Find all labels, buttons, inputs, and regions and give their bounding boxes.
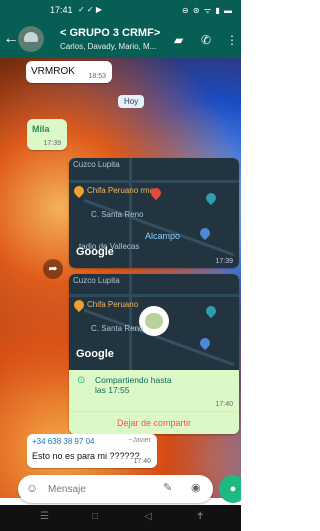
map-place-label: Chifa Peruano rma xyxy=(87,186,155,195)
composer: ☺ Mensaje ✎ ◉ ● xyxy=(0,473,241,505)
map-label-top: Cuzco Lupita xyxy=(73,276,120,285)
status-time: 17:41 xyxy=(50,5,73,15)
message-time: 17:39 xyxy=(215,258,233,265)
video-call-icon[interactable]: ▰ xyxy=(174,33,183,47)
live-location-icon: ⊙ xyxy=(77,375,86,386)
message-bubble[interactable]: Mila 17:39 xyxy=(27,119,67,150)
live-sharing-info: ⊙ Compartiendo hasta las 17:55 17:40 xyxy=(69,370,239,411)
restaurant-pin-icon xyxy=(71,183,87,199)
map-street-label: C. Santa Reno xyxy=(91,210,144,219)
poi-pin-icon xyxy=(203,190,219,206)
live-location-avatar xyxy=(139,306,169,336)
live-sharing-text-1: Compartiendo hasta xyxy=(95,375,172,385)
map-street-label: C. Santa Reno xyxy=(91,324,144,333)
location-card[interactable]: Cuzco Lupita Chifa Peruano rma C. Santa … xyxy=(69,158,239,268)
message-bubble[interactable]: +34 638 38 97 04 ~Javier Esto no es para… xyxy=(27,434,157,468)
map-preview[interactable]: Cuzco Lupita Chifa Peruano C. Santa Reno… xyxy=(69,274,239,370)
status-notification-icons: ✓ ✓ ▶ xyxy=(78,5,103,14)
google-logo: Google xyxy=(76,348,114,360)
chat-area[interactable]: VRMROK 18:53 Hoy Mila 17:39 Cuzco Lupita… xyxy=(0,58,241,498)
status-bar: 17:41 ✓ ✓ ▶ ⊖ ⊛ ᯤ ▮ ▬ xyxy=(0,0,241,22)
message-text: Esto no es para mi ?????? xyxy=(32,451,140,461)
whatsapp-screen: 17:41 ✓ ✓ ▶ ⊖ ⊛ ᯤ ▮ ▬ ← < GRUPO 3 CRMF> … xyxy=(0,0,241,531)
google-logo: Google xyxy=(76,246,114,258)
store-pin-icon xyxy=(197,225,213,241)
map-label-top: Cuzco Lupita xyxy=(73,160,120,169)
back-arrow-icon[interactable]: ← xyxy=(3,30,19,48)
system-nav-bar: ☰ □ ◁ ✝ xyxy=(0,505,241,531)
stop-sharing-button[interactable]: Dejar de compartir xyxy=(69,411,239,434)
sender-alias: ~Javier xyxy=(128,437,151,444)
status-system-icons: ⊖ ⊛ ᯤ ▮ ▬ xyxy=(181,6,233,15)
phone-icon[interactable]: ✆ xyxy=(201,33,211,47)
message-input[interactable]: ☺ Mensaje ✎ ◉ xyxy=(18,475,213,503)
home-icon[interactable]: □ xyxy=(92,511,98,522)
map-place-label: Chifa Peruano xyxy=(87,300,139,309)
message-time: 18:53 xyxy=(88,73,106,80)
message-time: 17:40 xyxy=(133,458,151,465)
forward-icon[interactable]: ➦ xyxy=(43,259,63,279)
message-time: 17:40 xyxy=(215,401,233,408)
sender-phone[interactable]: +34 638 38 97 04 xyxy=(32,437,95,446)
accessibility-icon[interactable]: ✝ xyxy=(196,511,204,522)
live-location-card[interactable]: Cuzco Lupita Chifa Peruano C. Santa Reno… xyxy=(69,274,239,434)
map-store-label: Alcampo xyxy=(145,231,181,241)
live-sharing-text-2: las 17:55 xyxy=(95,385,130,395)
map-preview[interactable]: Cuzco Lupita Chifa Peruano rma C. Santa … xyxy=(69,158,239,268)
microphone-button[interactable]: ● xyxy=(219,475,241,503)
message-text: VRMROK xyxy=(31,66,75,77)
date-chip: Hoy xyxy=(118,95,145,108)
sender-name: Mila xyxy=(32,124,50,134)
attach-icon[interactable]: ✎ xyxy=(163,481,172,494)
group-members-subtitle[interactable]: Carlos, Davady, Mario, M... xyxy=(60,42,170,51)
back-icon[interactable]: ◁ xyxy=(144,511,152,522)
message-bubble[interactable]: VRMROK 18:53 xyxy=(26,61,112,83)
group-title[interactable]: < GRUPO 3 CRMF> xyxy=(60,27,160,39)
message-placeholder: Mensaje xyxy=(48,484,86,495)
chat-header[interactable]: ← < GRUPO 3 CRMF> Carlos, Davady, Mario,… xyxy=(0,22,241,58)
group-avatar[interactable] xyxy=(18,26,44,52)
store-pin-icon xyxy=(197,335,213,351)
emoji-icon[interactable]: ☺ xyxy=(26,481,38,495)
camera-icon[interactable]: ◉ xyxy=(191,481,201,494)
message-time: 17:39 xyxy=(43,140,61,147)
more-options-icon[interactable]: ⋮ xyxy=(226,33,238,47)
poi-pin-icon xyxy=(203,303,219,319)
recent-apps-icon[interactable]: ☰ xyxy=(40,511,49,522)
